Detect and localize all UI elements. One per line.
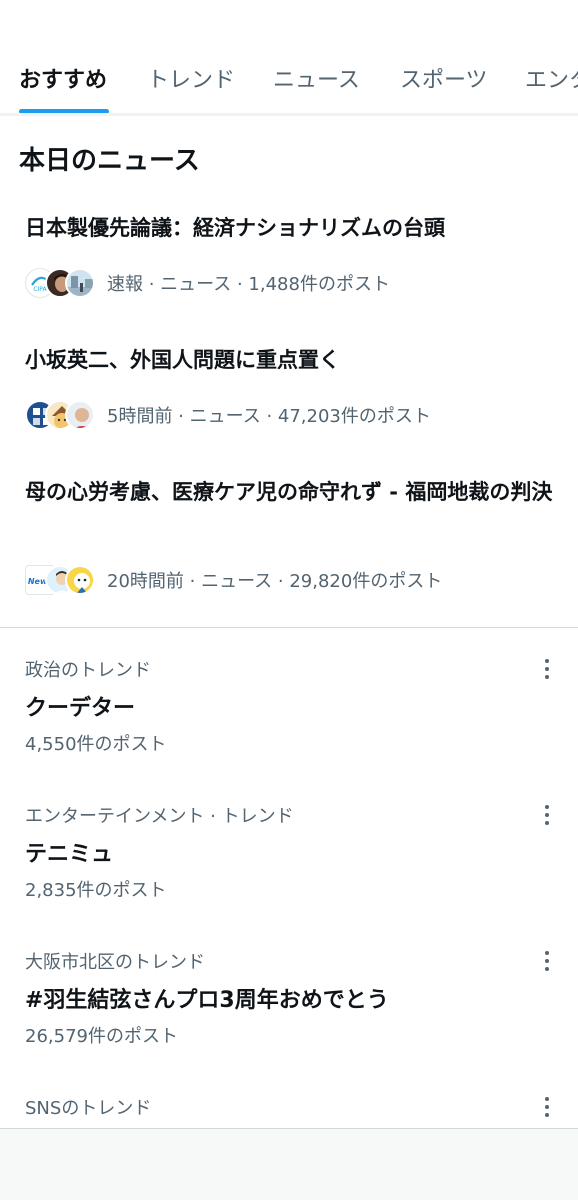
- news-item[interactable]: 母の心労考慮、医療ケア児の命守れず - 福岡地裁の判決 News 20時間前 ·…: [0, 474, 578, 614]
- more-options-icon[interactable]: [537, 1094, 557, 1120]
- trend-name: テニミュ: [25, 842, 114, 867]
- tab-recommended[interactable]: おすすめ: [19, 62, 107, 94]
- more-options-icon[interactable]: [537, 656, 557, 682]
- news-meta-text: 5時間前 · ニュース · 47,203件のポスト: [107, 406, 431, 427]
- tab-sports[interactable]: スポーツ: [400, 62, 488, 94]
- trend-category: 政治のトレンド: [25, 660, 151, 681]
- tab-trends[interactable]: トレンド: [147, 62, 235, 94]
- section-divider: [0, 627, 578, 628]
- cartoon-character-icon: [65, 565, 95, 595]
- news-item[interactable]: 日本製優先論議：経済ナショナリズムの台頭 CIPA 速報 · ニュース · 1,…: [0, 210, 578, 310]
- more-options-icon[interactable]: [537, 948, 557, 974]
- news-meta-text: 速報 · ニュース · 1,488件のポスト: [107, 274, 390, 295]
- news-meta: CIPA 速報 · ニュース · 1,488件のポスト: [25, 265, 390, 301]
- trend-post-count: 26,579件のポスト: [25, 1026, 178, 1047]
- more-options-icon[interactable]: [537, 802, 557, 828]
- trend-name: クーデター: [25, 696, 136, 721]
- trend-item[interactable]: エンターテインメント · トレンド テニミュ 2,835件のポスト: [0, 802, 578, 912]
- trend-category: 大阪市北区のトレンド: [25, 952, 205, 973]
- trend-category: SNSのトレンド: [25, 1098, 152, 1119]
- trend-item[interactable]: SNSのトレンド: [0, 1094, 578, 1128]
- trend-item[interactable]: 大阪市北区のトレンド #羽生結弦さんプロ3周年おめでとう 26,579件のポスト: [0, 948, 578, 1058]
- news-meta: News 20時間前 · ニュース · 29,820件のポスト: [25, 562, 442, 598]
- news-item[interactable]: 小坂英二、外国人問題に重点置く 5時間前 · ニュース · 47,203件のポス…: [0, 342, 578, 442]
- news-headline: 母の心労考慮、医療ケア児の命守れず - 福岡地裁の判決: [25, 480, 553, 504]
- news-meta: 5時間前 · ニュース · 47,203件のポスト: [25, 397, 431, 433]
- tab-entertainment[interactable]: エンタ: [525, 62, 578, 94]
- trend-post-count: 4,550件のポスト: [25, 734, 167, 755]
- street-photo-icon: [65, 268, 95, 298]
- section-title: 本日のニュース: [19, 146, 200, 176]
- trend-name: #羽生結弦さんプロ3周年おめでとう: [25, 988, 389, 1013]
- avatar-group: [25, 400, 95, 430]
- trend-item[interactable]: 政治のトレンド クーデター 4,550件のポスト: [0, 656, 578, 766]
- trend-post-count: 2,835件のポスト: [25, 880, 167, 901]
- trend-category: エンターテインメント · トレンド: [25, 806, 294, 827]
- news-headline: 小坂英二、外国人問題に重点置く: [25, 348, 340, 372]
- tab-news[interactable]: ニュース: [273, 62, 360, 94]
- top-tab-bar: おすすめ トレンド ニュース スポーツ エンタ: [0, 0, 578, 116]
- avatar-group: News: [25, 565, 95, 595]
- news-meta-text: 20時間前 · ニュース · 29,820件のポスト: [107, 571, 443, 592]
- active-tab-indicator: [19, 109, 109, 113]
- news-headline: 日本製優先論議：経済ナショナリズムの台頭: [25, 216, 445, 240]
- person-photo-icon: [65, 400, 95, 430]
- bottom-area: [0, 1129, 578, 1200]
- avatar-group: CIPA: [25, 268, 95, 298]
